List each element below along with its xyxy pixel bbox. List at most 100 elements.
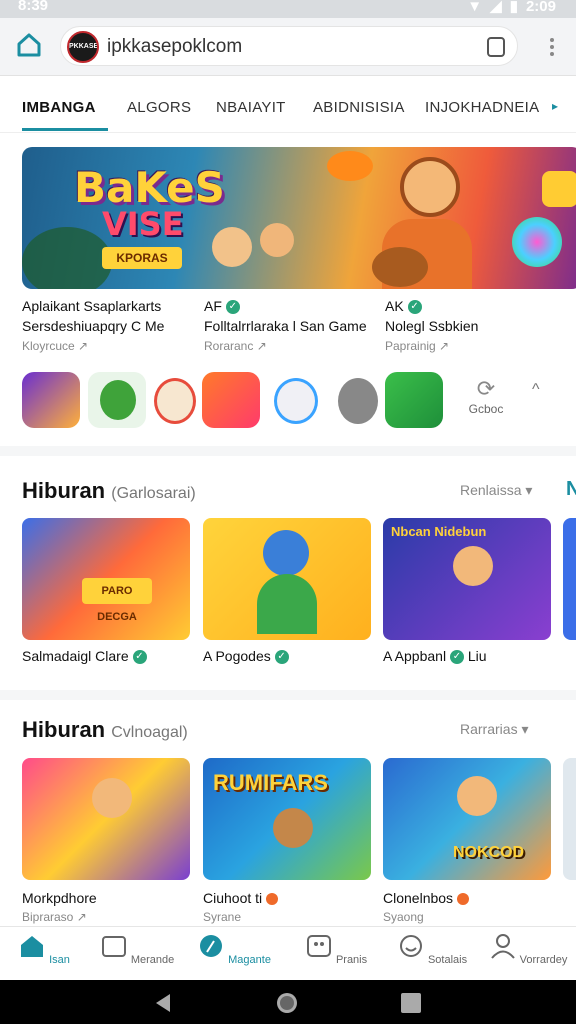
card-art-title: Nbcan Nidebun bbox=[391, 524, 487, 539]
game-card[interactable] bbox=[203, 518, 371, 640]
tab-4[interactable]: INJOKHADNEIA bbox=[425, 99, 539, 116]
signal-icon: ◢ bbox=[490, 0, 502, 15]
tab-1[interactable]: ALGORS bbox=[127, 99, 191, 116]
guitar-player-head bbox=[400, 157, 460, 217]
status-time: 8:39 bbox=[18, 0, 49, 14]
battery-icon: ▮ bbox=[509, 0, 518, 15]
featured-subtitle: Nolegl Ssbkien bbox=[385, 318, 479, 334]
card-subtitle: Bipraraso ↗ bbox=[22, 910, 87, 924]
more-apps-label: Gcboc bbox=[468, 402, 504, 416]
section-header: Hiburan Cvlnoagal) bbox=[22, 717, 188, 743]
game-card[interactable]: Nbcan Nidebun bbox=[383, 518, 551, 640]
section-divider bbox=[0, 446, 576, 456]
site-favicon: PKKASE bbox=[67, 31, 99, 63]
featured-item-0[interactable]: Aplaikant Ssaplarkarts Sersdeshiuapqry C… bbox=[22, 296, 164, 356]
featured-meta: Kloyrcuce bbox=[22, 339, 75, 353]
featured-item-2[interactable]: AK ✓ Nolegl Ssbkien Paprainig ↗ bbox=[385, 296, 478, 356]
featured-subtitle: Folltalrrlaraka l San Game bbox=[204, 318, 367, 334]
active-tab-indicator bbox=[22, 128, 108, 131]
category-tabs: IMBANGA ALGORS NBAIAYIT ABIDNISISIA INJO… bbox=[0, 77, 576, 133]
featured-item-1[interactable]: AF ✓ Folltalrrlaraka l San Game Roraranc… bbox=[204, 296, 367, 356]
browser-toolbar: PKKASE ipkkasepoklcom bbox=[0, 18, 576, 76]
game-card[interactable] bbox=[22, 758, 190, 880]
app-icon[interactable] bbox=[328, 372, 386, 428]
menu-icon[interactable] bbox=[550, 38, 554, 56]
app-icon[interactable] bbox=[266, 372, 324, 428]
section-title: Hiburan bbox=[22, 717, 106, 742]
link-icon: ↗ bbox=[256, 339, 267, 353]
card-title: Clonelnbos bbox=[383, 890, 469, 906]
game-card[interactable]: RUMIFARS bbox=[203, 758, 371, 880]
status-dot-icon bbox=[456, 893, 469, 906]
library-icon bbox=[101, 936, 126, 957]
tab-3[interactable]: ABIDNISISIA bbox=[313, 99, 405, 116]
chevron-up-icon[interactable]: ^ bbox=[532, 381, 540, 399]
more-apps-button[interactable]: ⟳ Gcboc bbox=[456, 376, 516, 426]
scroll-indicator: N bbox=[566, 478, 576, 500]
compass-icon bbox=[200, 935, 223, 957]
recents-icon[interactable] bbox=[400, 992, 422, 1014]
app-icon[interactable] bbox=[22, 372, 80, 428]
games-icon bbox=[306, 935, 331, 957]
home-icon[interactable] bbox=[16, 32, 42, 58]
smile-icon bbox=[399, 935, 422, 957]
home-icon bbox=[21, 936, 44, 957]
guitar-icon bbox=[372, 247, 428, 287]
game-card[interactable]: PARO DECGA bbox=[22, 518, 190, 640]
nav-library[interactable]: Merande bbox=[97, 933, 177, 966]
card-title: Ciuhoot ti bbox=[203, 890, 279, 906]
card-title: A Appbanl ✓ Liu bbox=[383, 648, 487, 665]
nav-explore[interactable]: Magante bbox=[194, 933, 274, 966]
candy-decoration bbox=[327, 151, 373, 181]
tabs-scroll-arrow-icon[interactable]: ▸ bbox=[552, 99, 558, 113]
verified-icon: ✓ bbox=[449, 650, 464, 665]
app-icon[interactable] bbox=[385, 372, 443, 428]
tab-2[interactable]: NBAIAYIT bbox=[216, 99, 286, 116]
url-text[interactable]: ipkkasepoklcom bbox=[107, 36, 242, 58]
nav-games[interactable]: Pranis bbox=[296, 933, 376, 966]
nav-home[interactable]: Isan bbox=[4, 933, 84, 966]
card-title: Morkpdhore bbox=[22, 890, 97, 906]
card-plate: PARO DECGA bbox=[82, 578, 152, 623]
featured-subtitle: Sersdeshiuapqry C Me bbox=[22, 318, 165, 334]
person-icon bbox=[490, 934, 515, 959]
home-circle-icon[interactable] bbox=[275, 991, 299, 1015]
back-icon[interactable] bbox=[152, 992, 174, 1014]
section-subtitle: Cvlnoagal) bbox=[111, 724, 188, 741]
game-card[interactable]: NOKCOD bbox=[383, 758, 551, 880]
hero-banner[interactable]: BaKeS VISE KPORAS bbox=[22, 147, 576, 289]
card-title: Salmadaigl Clare ✓ bbox=[22, 648, 147, 665]
link-icon: ↗ bbox=[76, 910, 87, 924]
chevron-down-icon: ▾ bbox=[525, 482, 533, 498]
app-icon[interactable] bbox=[88, 372, 146, 428]
link-icon: ↗ bbox=[439, 339, 450, 353]
see-more-button[interactable]: Rarrarias ▾ bbox=[460, 721, 529, 738]
wifi-icon: ▼ bbox=[467, 0, 483, 15]
card-subtitle: Syaong bbox=[383, 910, 424, 924]
character-head bbox=[260, 223, 294, 257]
card-subtitle: Syrane bbox=[203, 910, 242, 924]
verified-icon: ✓ bbox=[274, 650, 289, 665]
address-bar[interactable]: PKKASE ipkkasepoklcom bbox=[60, 26, 518, 66]
app-icon[interactable] bbox=[202, 372, 260, 428]
nav-profile[interactable]: Vorrardey bbox=[488, 933, 568, 966]
featured-title: AF bbox=[204, 298, 222, 314]
link-icon: ↗ bbox=[78, 339, 89, 353]
tab-0[interactable]: IMBANGA bbox=[22, 99, 96, 116]
card-title: A Pogodes ✓ bbox=[203, 648, 289, 665]
status-icons: ▼ ◢ ▮ 2:09 bbox=[467, 0, 556, 15]
nav-social[interactable]: Sotalais bbox=[392, 933, 472, 966]
jungle-decoration bbox=[22, 227, 112, 289]
game-card-peek[interactable] bbox=[563, 518, 576, 640]
featured-meta: Roraranc bbox=[204, 339, 254, 353]
featured-title: Aplaikant Ssaplarkarts bbox=[22, 298, 162, 314]
status-dot-icon bbox=[266, 893, 279, 906]
game-card-peek[interactable] bbox=[563, 758, 576, 880]
see-more-button[interactable]: Renlaissa ▾ bbox=[460, 482, 532, 499]
app-icon[interactable] bbox=[146, 372, 204, 428]
system-nav-bar bbox=[0, 980, 576, 1024]
section-subtitle: (Garlosarai) bbox=[111, 485, 196, 502]
tab-switcher-icon[interactable] bbox=[487, 37, 505, 57]
refresh-icon: ⟳ bbox=[476, 376, 496, 401]
section-divider bbox=[0, 690, 576, 700]
